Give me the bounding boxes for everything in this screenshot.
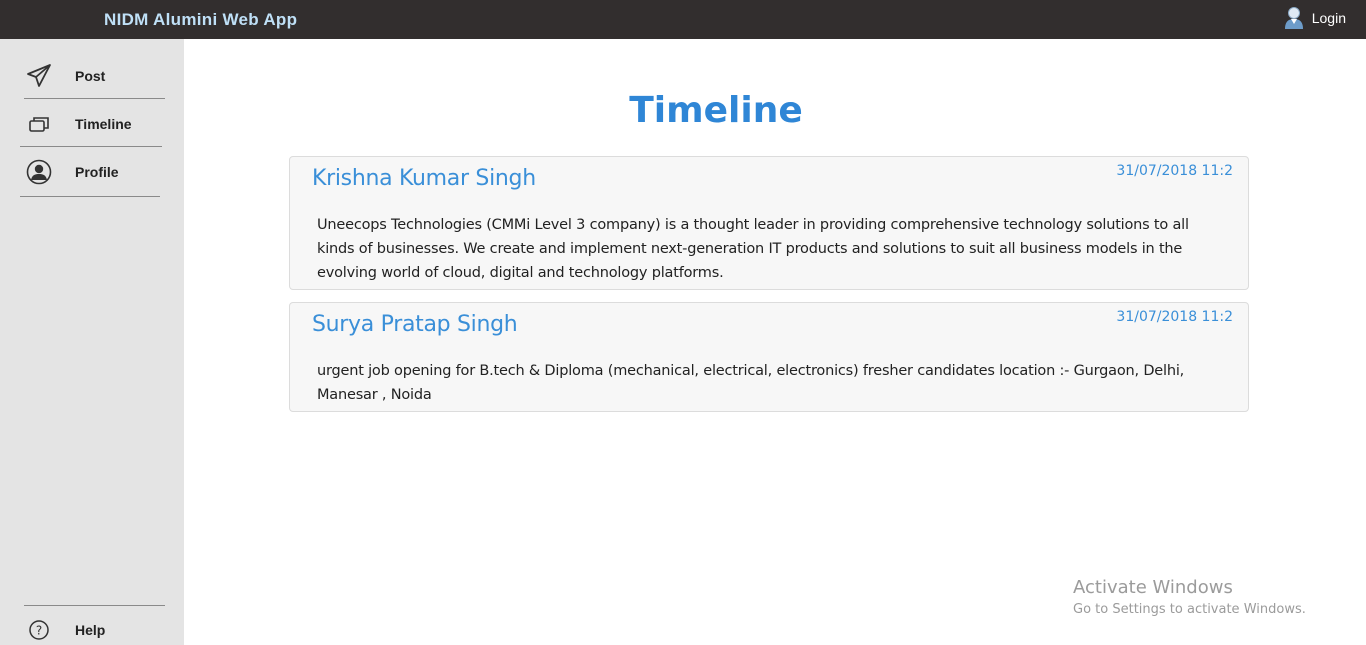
post-body: Uneecops Technologies (CMMi Level 3 comp…: [317, 217, 1189, 281]
login-label: Login: [1311, 10, 1346, 26]
watermark-title: Activate Windows: [1073, 577, 1233, 598]
paper-plane-icon: [24, 61, 54, 91]
sidebar-item-label: Help: [75, 622, 106, 638]
post-timestamp: 31/07/2018 11:2: [1116, 309, 1233, 325]
watermark-subtitle: Go to Settings to activate Windows.: [1073, 602, 1306, 617]
help-icon: ?: [24, 615, 54, 645]
sidebar-item-help[interactable]: ? Help: [24, 615, 105, 645]
top-bar: NIDM Alumini Web App Login: [0, 0, 1366, 39]
divider: [24, 605, 165, 606]
activate-windows-watermark: Activate Windows Go to Settings to activ…: [1073, 577, 1306, 617]
divider: [20, 196, 160, 197]
post-card: Krishna Kumar Singh 31/07/2018 11:2 Unee…: [289, 156, 1249, 290]
sidebar-item-post[interactable]: Post: [24, 61, 105, 91]
post-body: urgent job opening for B.tech & Diploma …: [317, 363, 1185, 403]
sidebar-item-profile[interactable]: Profile: [24, 157, 119, 187]
user-avatar-icon: [1284, 7, 1303, 29]
sidebar-item-label: Post: [75, 68, 106, 84]
user-circle-icon: [24, 157, 54, 187]
login-button[interactable]: Login: [1284, 6, 1346, 30]
sidebar-item-label: Profile: [75, 164, 119, 180]
post-author[interactable]: Krishna Kumar Singh: [312, 166, 536, 191]
post-author[interactable]: Surya Pratap Singh: [312, 312, 518, 337]
svg-text:?: ?: [36, 624, 42, 638]
page-title: Timeline: [629, 90, 803, 131]
post-card: Surya Pratap Singh 31/07/2018 11:2 urgen…: [289, 302, 1249, 412]
app-title: NIDM Alumini Web App: [104, 10, 298, 29]
divider: [20, 146, 162, 147]
post-timestamp: 31/07/2018 11:2: [1116, 163, 1233, 179]
